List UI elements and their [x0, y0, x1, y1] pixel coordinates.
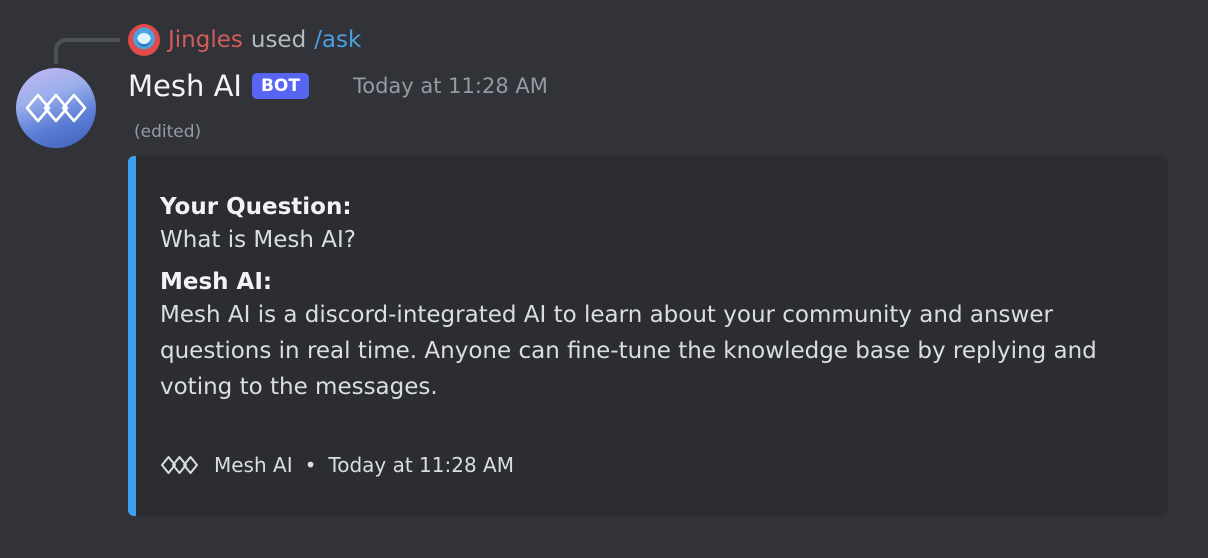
message-header: Mesh AI BOT Today at 11:28 AM	[128, 66, 548, 106]
reply-user-avatar[interactable]	[128, 24, 160, 56]
command-link[interactable]: /ask	[314, 27, 361, 53]
mesh-logo-icon	[160, 450, 204, 480]
field-value-answer: Mesh AI is a discord-integrated AI to le…	[160, 302, 1097, 400]
embed-accent-bar	[128, 156, 136, 516]
mesh-logo-icon	[25, 93, 87, 123]
author-avatar[interactable]	[16, 68, 96, 148]
reply-action-text: used	[250, 27, 307, 53]
author-name[interactable]: Mesh AI	[128, 69, 242, 103]
message-timestamp[interactable]: Today at 11:28 AM	[353, 74, 548, 98]
field-name-question: Your Question:	[160, 194, 352, 220]
embed-field: Your Question: What is Mesh AI?	[160, 192, 1120, 258]
field-value-question: What is Mesh AI?	[160, 227, 357, 253]
reply-context[interactable]: Jingles used /ask	[128, 24, 361, 56]
embed-field: Mesh AI: Mesh AI is a discord-integrated…	[160, 267, 1120, 405]
footer-text: Mesh AI	[214, 453, 293, 477]
field-name-answer: Mesh AI:	[160, 269, 273, 295]
embed-footer: Mesh AI • Today at 11:28 AM	[160, 450, 514, 480]
reply-spine	[54, 38, 120, 64]
reply-username[interactable]: Jingles	[168, 27, 243, 53]
chat-message: Jingles used /ask Mesh AI BOT Today at 1…	[0, 0, 1208, 558]
footer-timestamp: Today at 11:28 AM	[328, 453, 514, 477]
bot-badge: BOT	[251, 73, 309, 99]
embed-fields: Your Question: What is Mesh AI? Mesh AI:…	[160, 192, 1120, 405]
edited-label: (edited)	[134, 122, 202, 142]
footer-separator: •	[304, 453, 317, 477]
embed-card: Your Question: What is Mesh AI? Mesh AI:…	[128, 156, 1168, 516]
